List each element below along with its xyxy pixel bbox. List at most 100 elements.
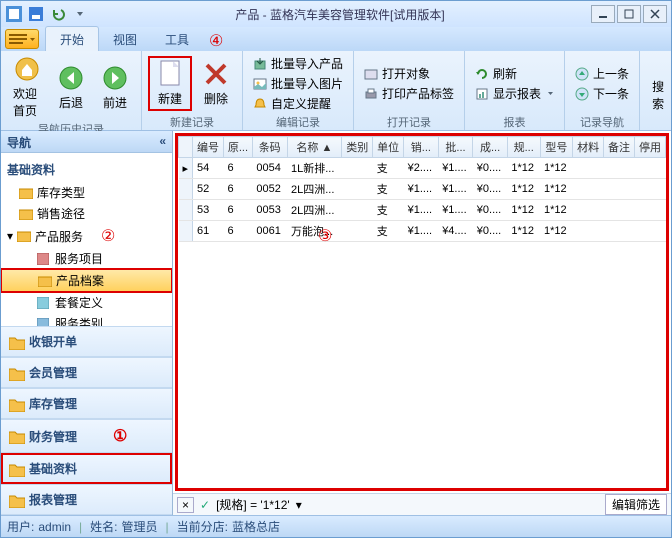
cell[interactable]: ¥0.... <box>473 179 508 200</box>
cell[interactable]: 支 <box>373 158 404 179</box>
col-header[interactable]: 条码 <box>252 137 287 158</box>
table-row[interactable]: ▸54600541L新排...支¥2....¥1....¥0....1*121*… <box>179 158 666 179</box>
cell[interactable] <box>635 200 666 221</box>
new-button[interactable]: 新建 <box>148 56 192 111</box>
tree-sale-path[interactable]: 销售途径 <box>1 203 172 224</box>
cell[interactable]: 1*12 <box>540 200 573 221</box>
cell[interactable] <box>573 221 604 242</box>
cell[interactable]: ¥1.... <box>438 158 473 179</box>
col-header[interactable]: 编号 <box>193 137 224 158</box>
col-header[interactable]: 成... <box>473 137 508 158</box>
cell[interactable]: 支 <box>373 200 404 221</box>
cell[interactable]: ¥1.... <box>404 179 439 200</box>
qat-undo-icon[interactable] <box>49 5 67 23</box>
col-header[interactable]: 原... <box>223 137 252 158</box>
cell[interactable]: 1*12 <box>507 179 540 200</box>
file-menu-button[interactable] <box>5 29 39 49</box>
cell[interactable]: ¥1.... <box>438 200 473 221</box>
cell[interactable] <box>342 158 373 179</box>
open-object-button[interactable]: 打开对象 <box>360 64 458 83</box>
tree-service-cat[interactable]: 服务类别 <box>1 313 172 326</box>
cell[interactable]: 53 <box>193 200 224 221</box>
cell[interactable]: 0061 <box>252 221 287 242</box>
cell[interactable] <box>342 221 373 242</box>
prev-record-button[interactable]: 上一条 <box>571 64 633 83</box>
cell[interactable] <box>604 200 635 221</box>
nav-section-receipt[interactable]: 收银开单 <box>1 326 172 357</box>
forward-button[interactable]: 前进 <box>95 62 135 113</box>
refresh-button[interactable]: 刷新 <box>471 64 558 83</box>
qat-save-icon[interactable] <box>27 5 45 23</box>
cell[interactable]: 52 <box>193 179 224 200</box>
tree-stock-type[interactable]: 库存类型 <box>1 182 172 203</box>
col-header[interactable]: 材料 <box>573 137 604 158</box>
tree-package-def[interactable]: 套餐定义 <box>1 292 172 313</box>
col-header[interactable]: 型号 <box>540 137 573 158</box>
nav-section-basic[interactable]: 基础资料 <box>1 453 172 484</box>
col-header[interactable]: 停用 <box>635 137 666 158</box>
print-label-button[interactable]: 打印产品标签 <box>360 84 458 103</box>
cell[interactable]: 54 <box>193 158 224 179</box>
cell[interactable] <box>604 221 635 242</box>
next-record-button[interactable]: 下一条 <box>571 84 633 103</box>
cell[interactable]: 61 <box>193 221 224 242</box>
edit-filter-button[interactable]: 编辑筛选 <box>605 494 667 515</box>
cell[interactable]: 0052 <box>252 179 287 200</box>
close-button[interactable] <box>643 5 667 23</box>
search-button[interactable]: 搜索 <box>646 54 672 114</box>
nav-section-stock[interactable]: 库存管理 <box>1 388 172 419</box>
cell[interactable]: 支 <box>373 179 404 200</box>
cell[interactable]: 0053 <box>252 200 287 221</box>
nav-section-member[interactable]: 会员管理 <box>1 357 172 388</box>
qat-dropdown-icon[interactable] <box>71 5 89 23</box>
cell[interactable]: 6 <box>223 158 252 179</box>
col-header[interactable]: 备注 <box>604 137 635 158</box>
cell[interactable]: 支 <box>373 221 404 242</box>
cell[interactable]: 6 <box>223 200 252 221</box>
cell[interactable]: ¥0.... <box>473 200 508 221</box>
cell[interactable]: 1*12 <box>507 200 540 221</box>
cell[interactable]: ¥1.... <box>404 221 439 242</box>
nav-section-report[interactable]: 报表管理 <box>1 484 172 515</box>
cell[interactable]: ¥1.... <box>438 179 473 200</box>
table-row[interactable]: 6160061万能泡...支¥1....¥4....¥0....1*121*12 <box>179 221 666 242</box>
minimize-button[interactable] <box>591 5 615 23</box>
tab-tools[interactable]: 工具 <box>151 27 203 51</box>
cell[interactable] <box>573 179 604 200</box>
custom-remind-button[interactable]: 自定义提醒 <box>249 94 347 113</box>
cell[interactable]: ¥2.... <box>404 158 439 179</box>
cell[interactable]: 1*12 <box>507 221 540 242</box>
cell[interactable]: 1L新排... <box>287 158 342 179</box>
cell[interactable]: 1*12 <box>507 158 540 179</box>
cell[interactable]: 万能泡... <box>287 221 342 242</box>
expand-icon[interactable]: ▾ <box>7 229 13 243</box>
cell[interactable] <box>573 200 604 221</box>
cell[interactable]: ¥4.... <box>438 221 473 242</box>
col-header[interactable]: 规... <box>507 137 540 158</box>
nav-collapse-icon[interactable]: « <box>159 134 166 149</box>
cell[interactable] <box>635 158 666 179</box>
cell[interactable] <box>604 158 635 179</box>
filter-close-button[interactable]: × <box>177 497 194 513</box>
filter-dropdown-icon[interactable]: ▾ <box>296 498 302 512</box>
maximize-button[interactable] <box>617 5 641 23</box>
cell[interactable] <box>635 179 666 200</box>
cell[interactable]: ¥0.... <box>473 158 508 179</box>
tree-prod-service[interactable]: ▾产品服务② <box>1 224 172 248</box>
cell[interactable]: 1*12 <box>540 221 573 242</box>
back-button[interactable]: 后退 <box>51 62 91 113</box>
batch-import-image-button[interactable]: 批量导入图片 <box>249 74 347 93</box>
cell[interactable]: 2L四洲... <box>287 179 342 200</box>
filter-check-icon[interactable]: ✓ <box>200 498 210 512</box>
delete-button[interactable]: 删除 <box>196 58 236 109</box>
show-report-button[interactable]: 显示报表 <box>471 84 558 103</box>
welcome-button[interactable]: 欢迎首页 <box>7 53 47 121</box>
data-grid[interactable]: 编号原...条码名称 ▲类别单位销...批...成...规...型号材料备注停用… <box>175 133 669 491</box>
cell[interactable]: 1*12 <box>540 179 573 200</box>
cell[interactable]: 2L四洲... <box>287 200 342 221</box>
batch-import-product-button[interactable]: 批量导入产品 <box>249 54 347 73</box>
cell[interactable]: 0054 <box>252 158 287 179</box>
cell[interactable] <box>342 200 373 221</box>
col-header[interactable]: 单位 <box>373 137 404 158</box>
tree-service-item[interactable]: 服务项目 <box>1 248 172 269</box>
